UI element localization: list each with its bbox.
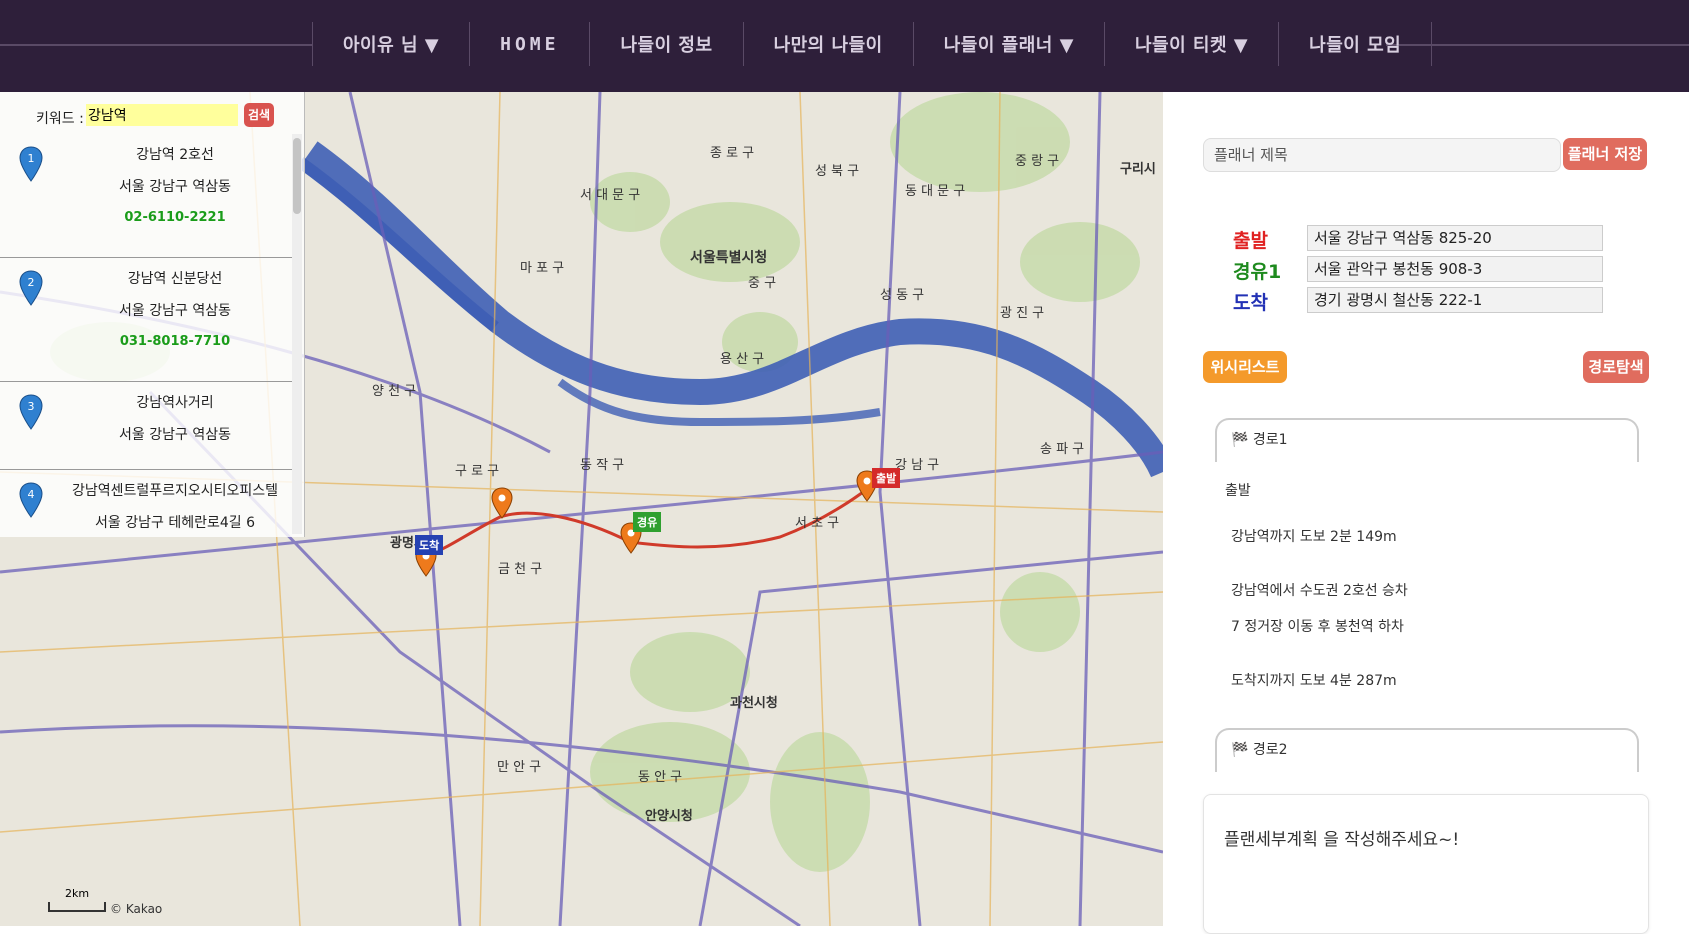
save-planner-button[interactable]: 플래너 저장 xyxy=(1563,138,1647,170)
map-label-seongdong: 성 동 구 xyxy=(880,288,925,303)
map-label-gangnam: 강 남 구 xyxy=(895,458,940,473)
map-label-yongsan: 용 산 구 xyxy=(720,352,765,367)
waypoint-marker[interactable] xyxy=(491,487,513,519)
scrollbar-thumb[interactable] xyxy=(293,138,301,214)
pin-icon: 3 xyxy=(19,394,43,430)
map-label-songpa: 송 파 구 xyxy=(1040,442,1085,457)
svg-text:3: 3 xyxy=(28,400,35,413)
result-name: 강남역 신분당선 xyxy=(127,271,223,287)
map-label-manan: 만 안 구 xyxy=(497,760,542,775)
map-label-jungnang: 중 랑 구 xyxy=(1015,154,1060,169)
via-field[interactable]: 서울 관악구 봉천동 908-3 xyxy=(1307,256,1603,282)
map-scale-label: 2km xyxy=(62,887,92,900)
result-address: 서울 강남구 역삼동 xyxy=(119,427,231,443)
map-label-jung: 중 구 xyxy=(748,276,777,291)
start-label: 출발 xyxy=(1233,230,1268,252)
nav-user-menu[interactable]: 아이유 님 ▼ xyxy=(312,22,469,66)
nav-ticket[interactable]: 나들이 티켓 ▼ xyxy=(1103,22,1278,66)
result-name: 강남역 2호선 xyxy=(136,147,214,163)
route-step: 강남역에서 수도권 2호선 승차 xyxy=(1231,583,1408,599)
result-address: 서울 강남구 역삼동 xyxy=(119,303,231,319)
map-label-geumcheon: 금 천 구 xyxy=(498,562,543,577)
map-view[interactable]: 서울특별시청 광명시청 과천시청 안양시청 강 남 구 마 포 구 양 천 구 … xyxy=(0,92,1163,926)
route-2-header[interactable]: 🏁 경로2 xyxy=(1215,728,1639,772)
result-name: 강남역센트럴푸르지오시티오피스텔 xyxy=(71,483,279,499)
map-label-seongbuk: 성 북 구 xyxy=(815,164,860,179)
route-1-header[interactable]: 🏁 경로1 xyxy=(1215,418,1639,462)
end-flag[interactable]: 도착 xyxy=(415,535,444,555)
svg-text:4: 4 xyxy=(28,488,35,501)
route-list: 🏁 경로1 출발 강남역까지 도보 2분 149m 강남역에서 수도권 2호선 … xyxy=(1203,412,1653,774)
map-scale: 2km xyxy=(48,887,106,912)
map-label-dongdaemun: 동 대 문 구 xyxy=(905,184,966,199)
start-flag[interactable]: 출발 xyxy=(872,468,901,488)
list-item[interactable]: 1 강남역 2호선 서울 강남구 역삼동 02-6110-2221 xyxy=(0,134,300,258)
route-step: 7 정거장 이동 후 봉천역 하차 xyxy=(1231,619,1404,635)
search-results: 1 강남역 2호선 서울 강남구 역삼동 02-6110-2221 2 강남역 … xyxy=(0,134,300,534)
svg-text:2: 2 xyxy=(28,276,35,289)
via-label: 경유1 xyxy=(1233,261,1282,283)
route-search-button[interactable]: 경로탐색 xyxy=(1583,351,1649,383)
top-nav: 아이유 님 ▼ HOME 나들이 정보 나만의 나들이 나들이 플래너 ▼ 나들… xyxy=(0,0,1689,92)
map-label-dongan: 동 안 구 xyxy=(638,770,683,785)
route-step: 강남역까지 도보 2분 149m xyxy=(1231,529,1397,545)
map-label-guri: 구리시 xyxy=(1120,162,1156,177)
route-step: 도착지까지 도보 4분 287m xyxy=(1231,673,1397,689)
place-search-panel: 키워드 : 검색 1 강남역 2호선 서울 강남구 역삼동 02-6110-22… xyxy=(0,92,305,537)
route-step: 출발 xyxy=(1225,483,1251,499)
list-item[interactable]: 3 강남역사거리 서울 강남구 역삼동 xyxy=(0,382,300,470)
list-item[interactable]: 4 강남역센트럴푸르지오시티오피스텔 서울 강남구 테헤란로4길 6 xyxy=(0,470,300,534)
pin-icon: 1 xyxy=(19,146,43,182)
map-label-gwacheon: 과천시청 xyxy=(730,696,778,711)
nav-planner[interactable]: 나들이 플래너 ▼ xyxy=(912,22,1104,66)
end-label: 도착 xyxy=(1233,292,1268,314)
map-label-jongno: 종 로 구 xyxy=(710,146,755,161)
nav-meet[interactable]: 나들이 모임 xyxy=(1278,22,1433,66)
map-label-guro: 구 로 구 xyxy=(455,464,500,479)
nav-menu: 아이유 님 ▼ HOME 나들이 정보 나만의 나들이 나들이 플래너 ▼ 나들… xyxy=(312,0,1433,88)
end-field[interactable]: 경기 광명시 철산동 222-1 xyxy=(1307,287,1603,313)
planner-title-input[interactable]: 플래너 제목 xyxy=(1203,138,1561,172)
map-label-anyang: 안양시청 xyxy=(645,809,693,824)
nav-mine[interactable]: 나만의 나들이 xyxy=(742,22,913,66)
map-label-dongjak: 동 작 구 xyxy=(580,458,625,473)
keyword-input[interactable] xyxy=(86,104,238,126)
map-label-seodaemun: 서 대 문 구 xyxy=(580,188,641,203)
results-scrollbar[interactable] xyxy=(292,134,302,534)
svg-text:1: 1 xyxy=(28,152,35,165)
list-item[interactable]: 2 강남역 신분당선 서울 강남구 역삼동 031-8018-7710 xyxy=(0,258,300,382)
map-label-seoul-hall: 서울특별시청 xyxy=(690,250,768,266)
nav-info[interactable]: 나들이 정보 xyxy=(589,22,742,66)
start-field[interactable]: 서울 강남구 역삼동 825-20 xyxy=(1307,225,1603,251)
result-name: 강남역사거리 xyxy=(136,395,214,411)
map-copyright: © Kakao xyxy=(110,902,163,916)
map-label-mapo: 마 포 구 xyxy=(520,261,565,276)
result-address: 서울 강남구 역삼동 xyxy=(119,179,231,195)
result-address: 서울 강남구 테헤란로4길 6 xyxy=(95,515,255,531)
map-label-seocho: 서 초 구 xyxy=(795,516,840,531)
map-label-gwangjin: 광 진 구 xyxy=(1000,306,1045,321)
planner-panel: 플래너 제목 플래너 저장 출발 서울 강남구 역삼동 825-20 경유1 서… xyxy=(1163,92,1689,934)
plan-detail-textarea[interactable]: 플랜세부계획 을 작성해주세요~! xyxy=(1203,794,1649,934)
search-button[interactable]: 검색 xyxy=(244,103,274,127)
via-flag[interactable]: 경유 xyxy=(633,512,662,532)
result-phone: 031-8018-7710 xyxy=(119,334,231,349)
nav-home[interactable]: HOME xyxy=(469,22,589,66)
result-phone: 02-6110-2221 xyxy=(124,210,226,225)
pin-icon: 2 xyxy=(19,270,43,306)
map-label-yangcheon: 양 천 구 xyxy=(372,384,417,399)
pin-icon: 4 xyxy=(19,482,43,518)
keyword-label: 키워드 : xyxy=(36,111,84,127)
wishlist-button[interactable]: 위시리스트 xyxy=(1203,351,1287,383)
nav-rule-left xyxy=(0,44,312,46)
